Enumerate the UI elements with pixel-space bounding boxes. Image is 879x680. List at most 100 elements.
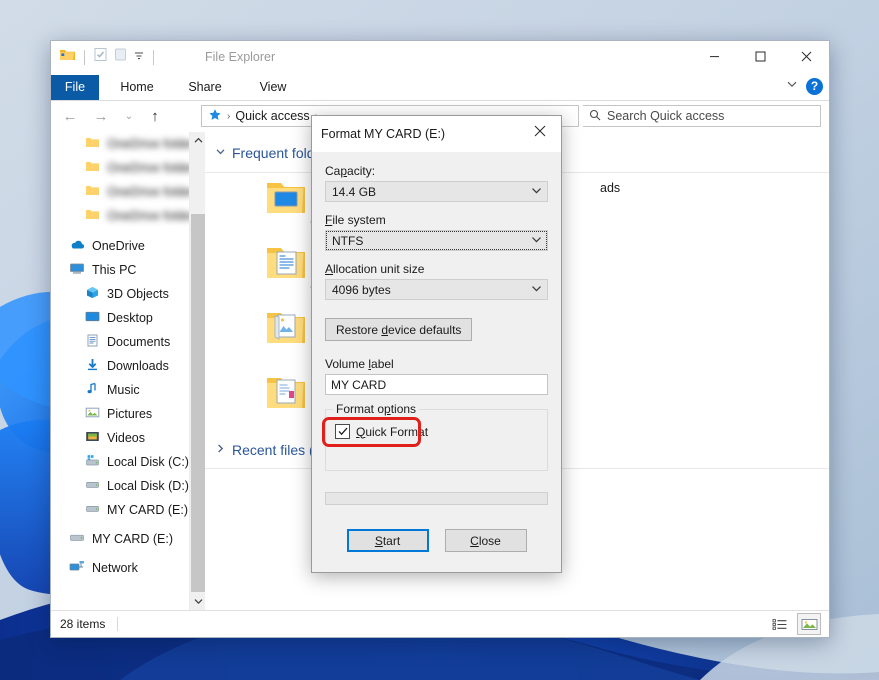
format-options-legend: Format options: [333, 402, 420, 416]
sidebar-item-network[interactable]: Network: [51, 556, 205, 580]
sidebar-item-label: Documents: [107, 335, 171, 349]
capacity-value: 14.4 GB: [332, 184, 377, 199]
sidebar-item-this-pc[interactable]: This PC: [51, 258, 205, 282]
folder-icon: [85, 136, 100, 152]
sidebar-item-documents[interactable]: Documents: [51, 330, 205, 354]
sidebar-item-pictures[interactable]: Pictures: [51, 402, 205, 426]
sidebar-item-onedrive-folder-3[interactable]: OneDrive folder 3: [51, 180, 205, 204]
sidebar-item-3d-objects[interactable]: 3D Objects: [51, 282, 205, 306]
help-icon[interactable]: ?: [806, 77, 823, 95]
sidebar-item-onedrive[interactable]: OneDrive: [51, 234, 205, 258]
sidebar-item-label: Pictures: [107, 407, 153, 421]
forward-button[interactable]: →: [91, 106, 111, 126]
sidebar-item-local-disk-c[interactable]: Local Disk (C:): [51, 450, 205, 474]
search-placeholder: Search Quick access: [607, 109, 725, 123]
sidebar-item-label: Videos: [107, 431, 145, 445]
file-system-value: NTFS: [332, 233, 364, 248]
tab-view[interactable]: View: [243, 75, 303, 100]
sidebar-item-my-card-e-child[interactable]: MY CARD (E:): [51, 498, 205, 522]
sidebar-item-onedrive-folder-1[interactable]: OneDrive folder 1: [51, 132, 205, 156]
quick-format-label: Quick Format: [356, 424, 429, 439]
group-header-recent-files[interactable]: Recent files (: [215, 442, 314, 458]
volume-label-label: Volume label: [325, 357, 394, 371]
recent-locations-button[interactable]: ⌄: [119, 106, 139, 126]
folder-media-icon: [265, 373, 307, 416]
quick-access-toolbar: [59, 47, 157, 67]
new-folder-icon[interactable]: [113, 47, 128, 67]
maximize-button[interactable]: [737, 41, 783, 71]
dialog-close-button[interactable]: [519, 116, 561, 146]
folder-desktop-icon: [265, 178, 307, 221]
chevron-down-icon: [215, 146, 226, 160]
format-options-group: Format options Quick Format: [325, 402, 548, 471]
file-system-label: File system: [325, 213, 386, 227]
capacity-select[interactable]: 14.4 GB: [325, 181, 548, 202]
navigation-scrollbar[interactable]: [189, 132, 205, 610]
window-title: File Explorer: [205, 50, 276, 64]
window-controls: [691, 41, 829, 71]
list-item-name-fragment: ads: [600, 181, 621, 195]
quick-format-checkbox[interactable]: [335, 424, 350, 439]
sidebar-item-label: Local Disk (D:): [107, 479, 189, 493]
sidebar-item-onedrive-folder-4[interactable]: OneDrive folder 4: [51, 204, 205, 228]
breadcrumb-separator-1: ›: [227, 110, 231, 122]
sidebar-item-label: 3D Objects: [107, 287, 169, 301]
back-button[interactable]: ←: [60, 106, 80, 126]
tab-share[interactable]: Share: [175, 75, 235, 100]
folder-icon: [85, 184, 100, 200]
file-system-select[interactable]: NTFS: [325, 230, 548, 251]
tab-home[interactable]: Home: [107, 75, 167, 100]
restore-device-defaults-button[interactable]: Restore device defaults: [325, 318, 473, 341]
sidebar-item-downloads[interactable]: Downloads: [51, 354, 205, 378]
dialog-title-bar: Format MY CARD (E:): [312, 116, 561, 153]
sidebar-item-my-card-e[interactable]: MY CARD (E:): [51, 527, 205, 551]
search-box[interactable]: Search Quick access: [583, 105, 821, 127]
folder-icon: [85, 160, 100, 176]
tab-file[interactable]: File: [51, 75, 99, 100]
ribbon-tabs: File Home Share View ?: [51, 75, 829, 101]
sidebar-item-label: MY CARD (E:): [107, 503, 189, 517]
capacity-label: Capacity:: [325, 164, 376, 178]
sidebar-item-label: Music: [107, 383, 140, 397]
close-button[interactable]: Close: [444, 529, 527, 552]
folder-icon: [85, 208, 100, 224]
windows-drive-icon: [85, 454, 100, 470]
sidebar-item-onedrive-folder-2[interactable]: OneDrive folder 2: [51, 156, 205, 180]
sidebar-item-desktop[interactable]: Desktop: [51, 306, 205, 330]
sidebar-item-music[interactable]: Music: [51, 378, 205, 402]
documents-icon: [85, 334, 100, 350]
folder-icon[interactable]: [59, 47, 76, 67]
scroll-up-arrow[interactable]: [190, 132, 205, 149]
network-icon: [69, 560, 85, 576]
chevron-down-icon: [526, 235, 547, 247]
volume-label-input[interactable]: MY CARD: [325, 374, 548, 395]
up-button[interactable]: ↑: [145, 106, 165, 126]
scroll-down-arrow[interactable]: [190, 593, 205, 610]
sidebar-item-videos[interactable]: Videos: [51, 426, 205, 450]
breadcrumb-item-quick-access[interactable]: Quick access: [235, 109, 309, 123]
format-dialog: Format MY CARD (E:) Capacity: 14.4 GB Fi…: [311, 115, 562, 573]
sidebar-item-label: Downloads: [107, 359, 169, 373]
sidebar-item-label: Desktop: [107, 311, 153, 325]
start-button[interactable]: Start: [346, 529, 429, 552]
details-view-icon[interactable]: [769, 614, 791, 634]
item-count-label: 28 items: [60, 617, 106, 631]
group-label: Recent files (: [232, 442, 314, 458]
quick-format-row[interactable]: Quick Format: [335, 424, 428, 439]
folder-picture-icon: [265, 308, 307, 351]
close-button[interactable]: [783, 41, 829, 71]
qat-divider-2: [153, 49, 154, 65]
onedrive-icon: [69, 238, 85, 254]
chevron-right-icon: [215, 443, 226, 457]
scrollbar-thumb[interactable]: [191, 214, 205, 592]
chevron-down-icon[interactable]: [786, 77, 798, 95]
dialog-title: Format MY CARD (E:): [321, 127, 446, 141]
title-bar: File Explorer: [51, 41, 829, 75]
customize-qat-icon[interactable]: [133, 48, 145, 66]
allocation-unit-select[interactable]: 4096 bytes: [325, 279, 548, 300]
sidebar-item-local-disk-d[interactable]: Local Disk (D:): [51, 474, 205, 498]
large-icons-view-icon[interactable]: [797, 613, 821, 635]
properties-icon[interactable]: [93, 47, 108, 67]
downloads-icon: [85, 358, 100, 374]
minimize-button[interactable]: [691, 41, 737, 71]
